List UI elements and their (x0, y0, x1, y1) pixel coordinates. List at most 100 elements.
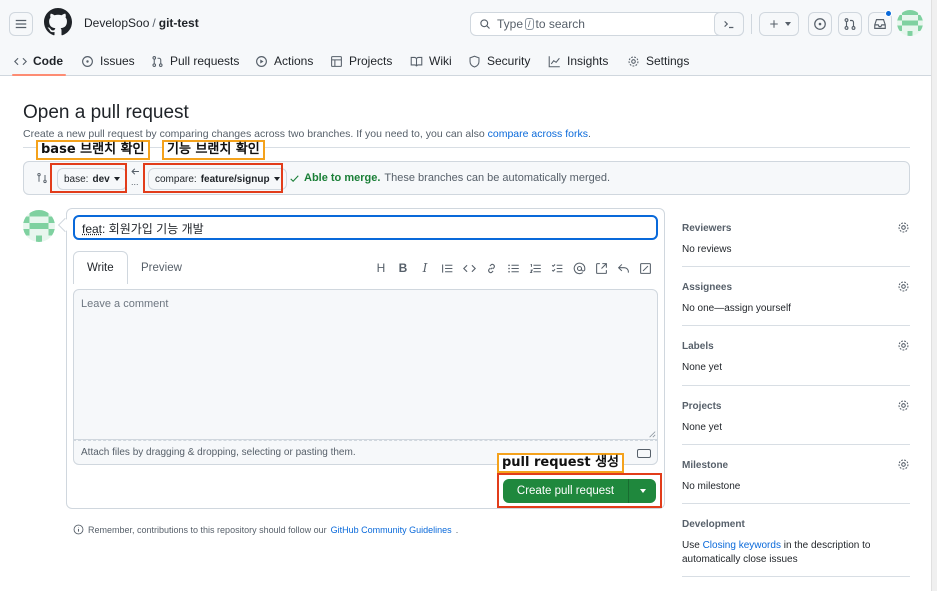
issue-icon (814, 18, 826, 30)
tab-write[interactable]: Write (73, 251, 128, 284)
community-guidelines-link[interactable]: GitHub Community Guidelines (331, 525, 452, 535)
code-icon (462, 264, 476, 272)
tab-projects[interactable]: Projects (330, 54, 392, 68)
repo-link[interactable]: git-test (159, 16, 199, 30)
italic-button[interactable]: I (414, 258, 436, 278)
milestone-title[interactable]: Milestone (682, 460, 910, 471)
closing-keywords-link[interactable]: Closing keywords (703, 540, 781, 551)
reviewers-value: No reviews (682, 244, 732, 255)
tab-pull-requests[interactable]: Pull requests (151, 54, 239, 68)
tab-insights[interactable]: Insights (548, 54, 608, 68)
task-list-button[interactable] (546, 258, 568, 278)
mention-button[interactable] (568, 258, 590, 278)
search-prefix: Type (497, 17, 524, 31)
github-logo-icon[interactable] (44, 8, 72, 36)
code-button[interactable] (458, 258, 480, 278)
markdown-toolbar: H B I (370, 258, 656, 278)
menu-button[interactable] (9, 12, 33, 36)
search-suffix: to search (535, 17, 585, 31)
search-input[interactable]: Type / to search (470, 12, 744, 36)
sidebar-reviewers: Reviewers No reviews (682, 221, 910, 257)
check-icon (290, 174, 299, 182)
labels-value: None yet (682, 362, 723, 373)
saved-replies-button[interactable] (612, 258, 634, 278)
sidebar-milestone: Milestone No milestone (682, 458, 910, 494)
fullscreen-button[interactable] (634, 258, 656, 278)
link-icon (487, 263, 495, 273)
page-title: Open a pull request (23, 102, 189, 123)
tab-settings[interactable]: Settings (627, 54, 689, 68)
terminal-icon (724, 20, 734, 29)
tab-label: Wiki (429, 54, 452, 68)
git-pull-request-icon (152, 55, 163, 67)
bold-button[interactable]: B (392, 258, 414, 278)
heading-icon: H (376, 261, 386, 275)
divider (682, 444, 910, 445)
reply-icon (617, 263, 629, 273)
reference-button[interactable] (590, 258, 612, 278)
identicon-icon (23, 210, 55, 242)
reviewers-title[interactable]: Reviewers (682, 223, 910, 234)
gear-icon[interactable] (897, 221, 910, 234)
tab-issues[interactable]: Issues (81, 54, 135, 68)
gear-icon[interactable] (897, 458, 910, 471)
italic-icon: I (422, 261, 428, 275)
gear-icon[interactable] (897, 280, 910, 293)
heading-button[interactable]: H (370, 258, 392, 278)
sidebar-projects: Projects None yet (682, 399, 910, 435)
identicon-icon (897, 10, 923, 36)
book-icon (410, 56, 423, 66)
projects-title[interactable]: Projects (682, 401, 910, 412)
contribution-reminder: Remember, contributions to this reposito… (73, 524, 458, 535)
list-ordered-icon (529, 263, 541, 273)
tab-wiki[interactable]: Wiki (410, 54, 452, 68)
annotation-label-feature: 기능 브랜치 확인 (162, 140, 265, 160)
annotation-label-create: pull request 생성 (497, 453, 625, 473)
command-palette-button[interactable] (714, 12, 744, 36)
plus-icon (769, 20, 778, 28)
graph-icon (548, 55, 560, 67)
tab-security[interactable]: Security (468, 54, 530, 68)
gear-icon[interactable] (897, 339, 910, 352)
info-icon (73, 524, 84, 535)
git-compare-icon (37, 172, 47, 184)
pull-requests-button[interactable] (838, 12, 862, 36)
divider (682, 576, 910, 577)
create-new-button[interactable] (759, 12, 799, 36)
link-button[interactable] (480, 258, 502, 278)
issues-button[interactable] (808, 12, 832, 36)
list-unordered-icon (507, 263, 519, 273)
tab-label: Issues (100, 54, 135, 68)
ordered-list-button[interactable] (524, 258, 546, 278)
tab-label: Actions (274, 54, 314, 68)
issue-icon (82, 55, 93, 67)
assignees-value[interactable]: No one—assign yourself (682, 302, 910, 316)
code-icon (14, 57, 27, 65)
tab-actions[interactable]: Actions (255, 54, 313, 68)
reminder-end: . (455, 524, 459, 535)
owner-link[interactable]: DevelopSoo (84, 16, 149, 30)
gear-icon[interactable] (897, 399, 910, 412)
tab-code[interactable]: Code (14, 54, 63, 68)
comment-textarea[interactable]: Leave a comment (73, 289, 658, 440)
development-value: Use Closing keywords in the description … (682, 539, 910, 567)
git-pull-request-icon (844, 18, 856, 30)
labels-title[interactable]: Labels (682, 341, 910, 352)
annotation-box-create (497, 473, 662, 508)
screen-full-icon (639, 262, 651, 274)
tab-preview[interactable]: Preview (128, 251, 195, 284)
unordered-list-button[interactable] (502, 258, 524, 278)
assignees-title[interactable]: Assignees (682, 282, 910, 293)
gear-icon (628, 56, 639, 66)
compare-across-forks-link[interactable]: compare across forks (488, 128, 588, 140)
pr-title-input[interactable]: feat: 회원가입 기능 개발 (73, 215, 658, 240)
chevron-down-icon (784, 22, 791, 26)
author-avatar (23, 210, 55, 242)
resize-handle-icon[interactable] (648, 430, 656, 438)
sidebar-assignees: Assignees No one—assign yourself (682, 280, 910, 316)
tab-label: Code (33, 54, 63, 68)
user-avatar[interactable] (897, 10, 923, 36)
annotation-box-base (50, 163, 127, 193)
scrollbar[interactable] (931, 0, 937, 591)
quote-button[interactable] (436, 258, 458, 278)
